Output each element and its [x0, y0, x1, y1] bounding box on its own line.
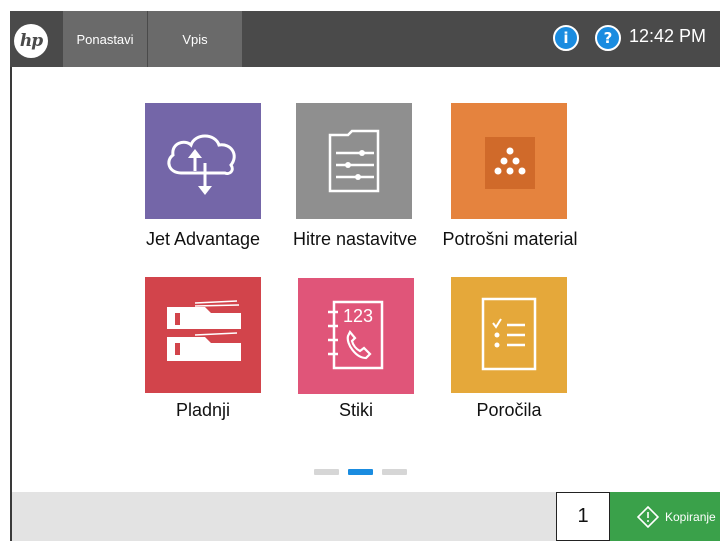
copy-button-label: Kopiranje [665, 509, 716, 524]
quick-sets-tile[interactable] [296, 103, 412, 219]
contacts-icon-number: 123 [343, 306, 373, 326]
page-dot-2-active[interactable] [348, 469, 373, 475]
trays-tile[interactable] [145, 277, 261, 393]
help-icon: ? [603, 29, 613, 47]
reset-tab[interactable]: Ponastavi [63, 11, 147, 67]
page-dot-1[interactable] [314, 469, 339, 475]
supplies-label: Potrošni material [442, 229, 578, 249]
paper-trays-icon [167, 300, 241, 361]
info-icon: i [563, 29, 569, 47]
reports-label: Poročila [476, 400, 542, 420]
start-copy-icon [637, 505, 659, 528]
help-button[interactable]: ? [595, 25, 621, 51]
jet-advantage-label: Jet Advantage [145, 229, 261, 249]
top-bar-edge [10, 0, 720, 11]
contacts-tile[interactable]: 123 [298, 278, 414, 394]
supplies-tile[interactable] [451, 103, 567, 219]
copies-field[interactable]: 1 [556, 492, 610, 541]
report-checklist-icon [481, 297, 537, 371]
hp-logo-button[interactable]: hp [14, 24, 48, 58]
hp-logo-text: hp [19, 31, 43, 51]
jet-advantage-tile[interactable] [145, 103, 261, 219]
page-indicator [314, 469, 409, 475]
reports-tile[interactable] [451, 277, 567, 393]
contacts-book-icon: 123 [328, 300, 384, 370]
contacts-label: Stiki [338, 400, 373, 420]
toner-cartridge-icon [485, 137, 535, 189]
settings-folder-icon [328, 129, 380, 193]
screen-edge [10, 67, 12, 541]
left-frame [0, 0, 10, 541]
clock: 12:42 PM [629, 26, 707, 46]
page-dot-3[interactable] [382, 469, 407, 475]
copy-button[interactable]: Kopiranje [610, 492, 720, 541]
quick-sets-label: Hitre nastavitve [292, 229, 418, 249]
cloud-transfer-icon [167, 134, 236, 195]
trays-label: Pladnji [175, 400, 231, 420]
info-button[interactable]: i [553, 25, 579, 51]
sign-in-tab[interactable]: Vpis [148, 11, 242, 67]
